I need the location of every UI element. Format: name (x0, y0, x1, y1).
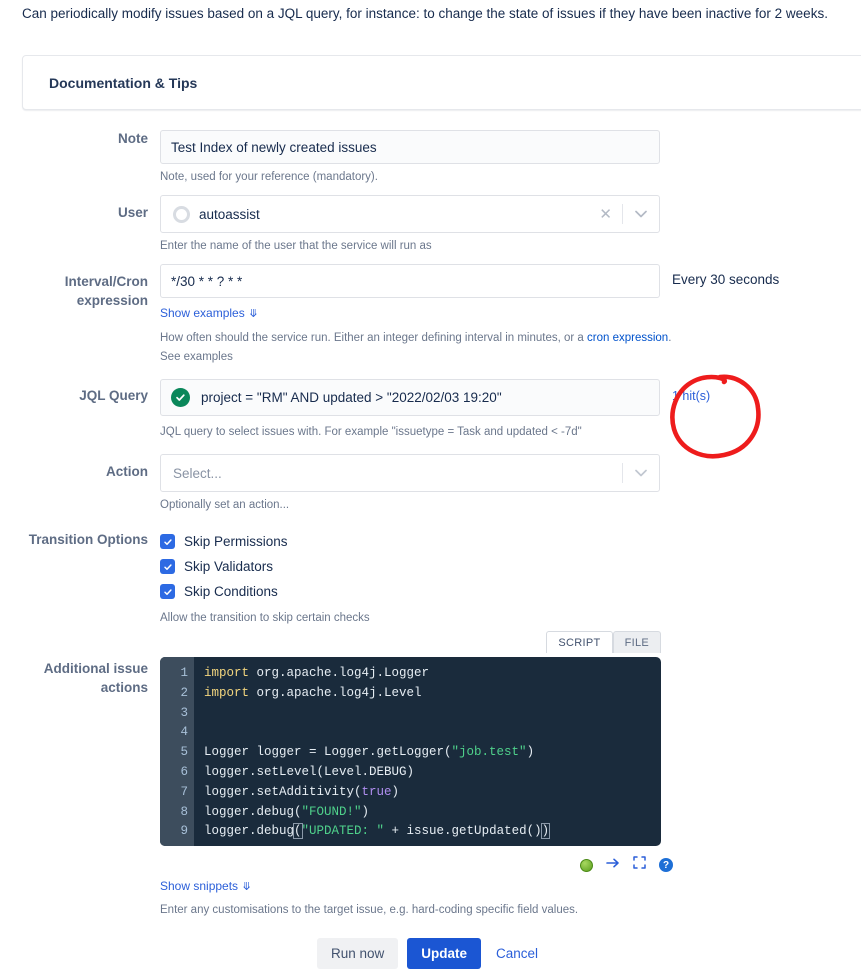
interval-helper-text: How often should the service run. Either… (160, 330, 861, 346)
jql-helper-text: JQL query to select issues with. For exa… (160, 426, 582, 438)
note-label: Note (118, 131, 148, 146)
field-row-transition-options: Transition Options Skip Permissions Skip… (0, 529, 861, 626)
close-icon[interactable]: ✕ (589, 205, 622, 223)
jql-query-value: project = "RM" AND updated > "2022/02/03… (201, 390, 502, 405)
editor-tabs: SCRIPT FILE (546, 631, 661, 653)
note-helper-text: Note, used for your reference (mandatory… (160, 171, 378, 183)
chevron-down-icon[interactable] (623, 210, 659, 218)
editor-line-numbers: 123456789 (160, 657, 194, 846)
intro-description: Can periodically modify issues based on … (22, 6, 828, 21)
cron-expression-link[interactable]: cron expression (587, 332, 668, 344)
tab-file[interactable]: FILE (612, 631, 661, 653)
script-editor-wrapper: SCRIPT FILE 123456789 import org.apache.… (160, 631, 673, 872)
jql-hits-count: 1 hit(s) (672, 389, 711, 403)
user-label: User (117, 205, 148, 220)
field-row-user: User autoassist ✕ Enter the name of the … (0, 195, 861, 254)
checkbox-skip-conditions[interactable]: Skip Conditions (160, 579, 861, 604)
show-examples-link[interactable]: Show examples (160, 306, 245, 320)
fullscreen-icon[interactable] (633, 856, 646, 874)
double-chevron-down-icon[interactable]: ⤋ (242, 881, 251, 893)
checkbox-checked-icon (160, 559, 175, 574)
help-icon[interactable]: ? (659, 858, 673, 872)
run-now-button[interactable]: Run now (316, 938, 399, 969)
interval-cron-input[interactable]: */30 * * ? * * (160, 264, 660, 298)
user-helper-text: Enter the name of the user that the serv… (160, 240, 432, 252)
check-circle-icon (171, 388, 190, 407)
chevron-down-icon[interactable] (623, 469, 659, 477)
action-label: Action (106, 464, 148, 479)
transition-helper-text: Allow the transition to skip certain che… (160, 612, 370, 624)
transition-options-label: Transition Options (28, 532, 148, 547)
cancel-button[interactable]: Cancel (490, 938, 544, 969)
interval-label: Interval/Cron expression (64, 274, 148, 308)
interval-side-note: Every 30 seconds (672, 272, 780, 287)
code-editor[interactable]: 123456789 import org.apache.log4j.Logger… (160, 657, 661, 846)
editor-toolbar-icons: ? (580, 856, 673, 874)
documentation-tips-panel[interactable]: Documentation & Tips (22, 55, 861, 110)
additional-helper-text: Enter any customisations to the target i… (160, 904, 579, 916)
field-row-interval: Interval/Cron expression */30 * * ? * * … (0, 264, 861, 365)
action-select[interactable]: Select... (160, 454, 660, 492)
update-button[interactable]: Update (407, 938, 482, 969)
tab-script[interactable]: SCRIPT (546, 631, 613, 653)
jql-label: JQL Query (79, 388, 148, 403)
checkbox-label: Skip Conditions (184, 584, 278, 599)
interval-helper-suffix: . (668, 332, 672, 344)
note-input[interactable]: Test Index of newly created issues (160, 130, 660, 164)
user-select[interactable]: autoassist ✕ (160, 195, 660, 233)
see-examples-text: See examples (160, 351, 233, 363)
interval-helper-prefix: How often should the service run. Either… (160, 332, 588, 344)
action-placeholder: Select... (173, 465, 222, 481)
editor-code-content[interactable]: import org.apache.log4j.Logger import org… (194, 657, 661, 846)
form-footer: Run now Update Cancel (0, 938, 861, 969)
status-dot-icon[interactable] (580, 858, 593, 872)
documentation-tips-title: Documentation & Tips (49, 74, 198, 91)
field-row-jql: JQL Query project = "RM" AND updated > "… (0, 379, 861, 440)
checkbox-checked-icon (160, 584, 175, 599)
checkbox-checked-icon (160, 534, 175, 549)
double-chevron-down-icon[interactable]: ⤋ (249, 308, 258, 320)
show-snippets-link[interactable]: Show snippets (160, 879, 238, 893)
field-row-action: Action Select... Optionally set an actio… (0, 454, 861, 513)
additional-actions-label: Additional issue actions (43, 661, 148, 695)
checkbox-label: Skip Permissions (184, 534, 288, 549)
checkbox-label: Skip Validators (184, 559, 274, 574)
service-config-page: Can periodically modify issues based on … (0, 0, 861, 970)
action-helper-text: Optionally set an action... (160, 499, 290, 511)
arrow-right-icon[interactable] (606, 856, 620, 874)
service-form: Note Test Index of newly created issues … (0, 130, 861, 918)
user-selected-value: autoassist (199, 206, 260, 222)
field-row-note: Note Test Index of newly created issues … (0, 130, 861, 185)
user-avatar-icon (173, 205, 190, 223)
field-row-additional-actions: Additional issue actions SCRIPT FILE 123… (0, 631, 861, 918)
jql-query-input[interactable]: project = "RM" AND updated > "2022/02/03… (160, 379, 660, 416)
checkbox-skip-validators[interactable]: Skip Validators (160, 554, 861, 579)
checkbox-skip-permissions[interactable]: Skip Permissions (160, 529, 861, 554)
